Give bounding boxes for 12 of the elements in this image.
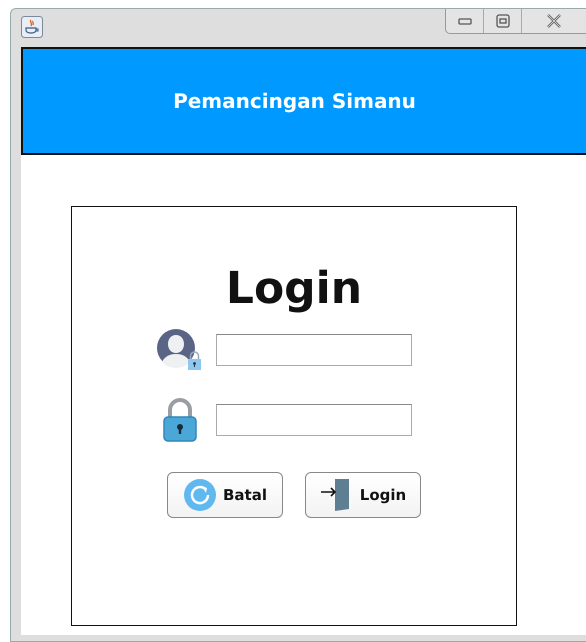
app-title: Pemancingan Simanu — [173, 89, 416, 113]
close-icon — [546, 14, 562, 28]
minimize-icon — [458, 17, 472, 25]
maximize-icon — [496, 14, 510, 28]
username-field[interactable] — [216, 334, 412, 366]
refresh-icon — [183, 478, 217, 512]
login-button[interactable]: Login — [305, 472, 421, 518]
coffee-cup-icon — [21, 16, 43, 38]
cancel-button[interactable]: Batal — [167, 472, 283, 518]
login-heading: Login — [226, 263, 362, 314]
user-lock-icon — [156, 328, 204, 372]
password-field[interactable] — [216, 404, 412, 436]
